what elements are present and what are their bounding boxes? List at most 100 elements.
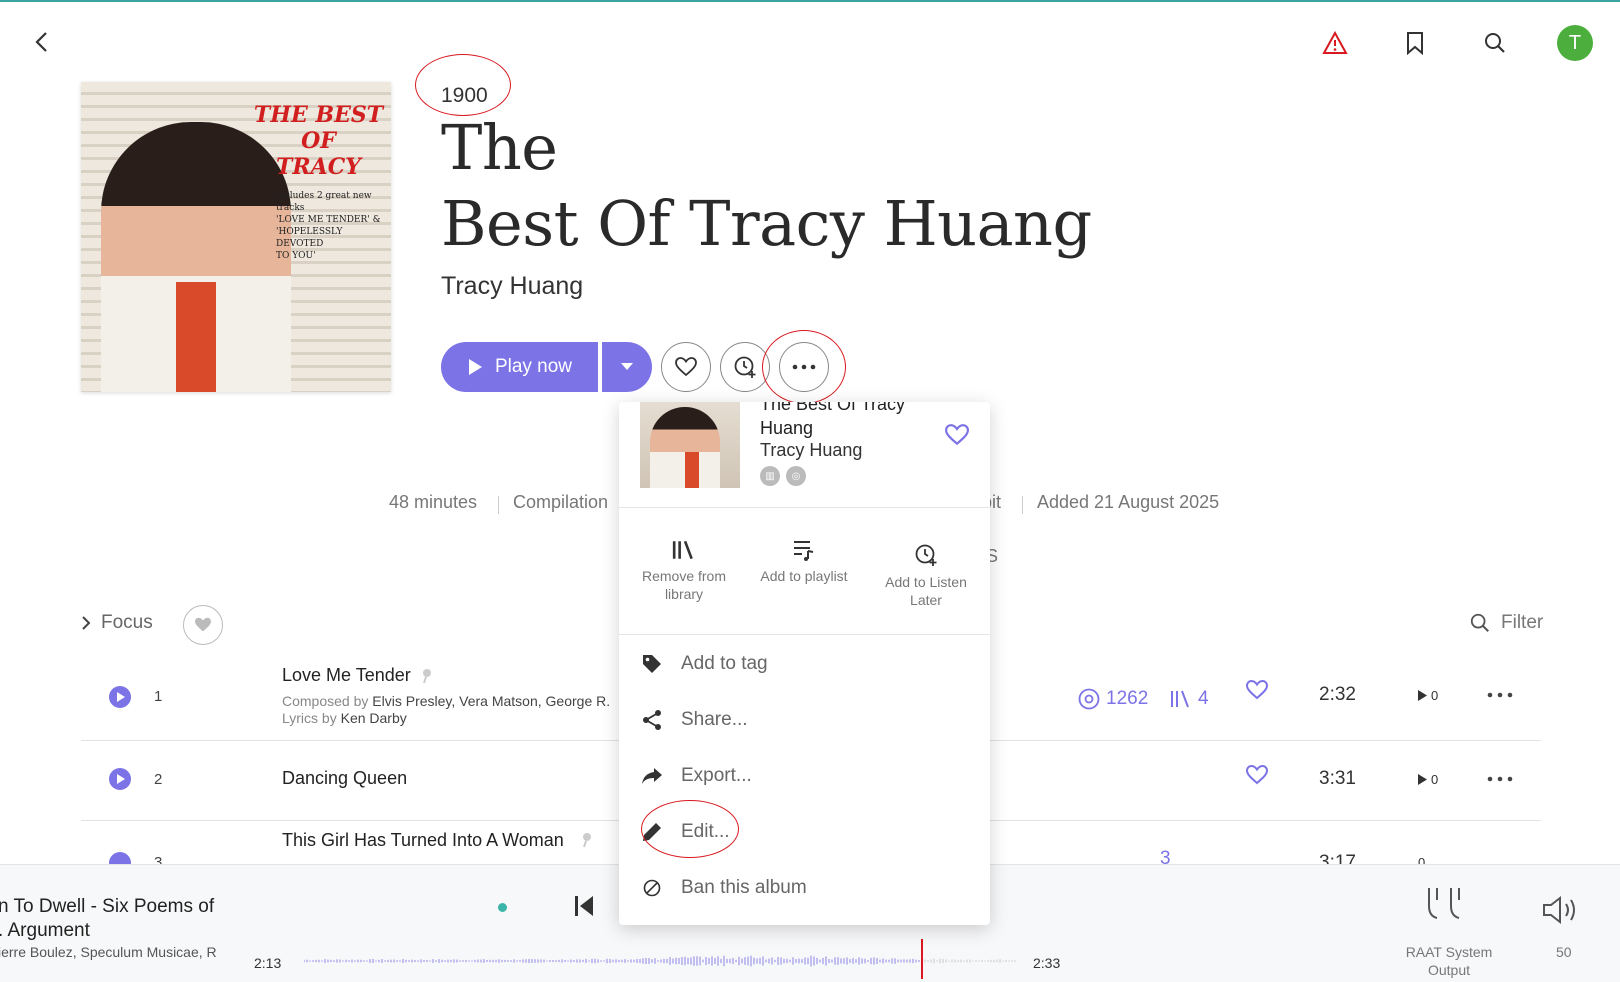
previous-track-button[interactable]	[572, 893, 596, 919]
export-icon	[642, 768, 662, 784]
volume-icon	[1543, 895, 1575, 925]
elapsed-time: 2:13	[254, 955, 282, 971]
quality-badge-icon: ◎	[786, 466, 806, 486]
library-icon	[1171, 690, 1189, 708]
filter-button[interactable]: Filter	[1469, 612, 1543, 634]
play-icon	[116, 774, 125, 784]
ban-album-item[interactable]: Ban this album	[641, 866, 971, 910]
album-context-menu: The Best Of Tracy Huang Tracy Huang ▥ ◎ …	[619, 402, 990, 925]
album-artist[interactable]: Tracy Huang	[441, 272, 583, 301]
track-library-count: 4	[1170, 688, 1209, 710]
album-title: The Best Of Tracy Huang	[441, 111, 1092, 260]
output-zone-label[interactable]: RAAT System Output	[1393, 943, 1505, 979]
track-lyricist: Lyrics by Ken Darby	[282, 710, 407, 726]
skip-back-icon	[575, 896, 593, 916]
track-duration: 3:31	[1319, 768, 1356, 789]
menu-album-thumbnail	[640, 402, 740, 488]
library-icon	[672, 540, 693, 560]
total-time: 2:33	[1033, 955, 1061, 971]
status-dot	[498, 903, 507, 912]
search-button[interactable]	[1480, 28, 1510, 58]
play-icon	[468, 359, 482, 375]
ellipsis-icon	[792, 364, 816, 370]
search-icon	[1485, 33, 1505, 53]
play-options-button[interactable]	[602, 342, 652, 392]
add-to-tag-item[interactable]: Add to tag	[641, 642, 971, 686]
track-title[interactable]: This Girl Has Turned Into A Woman	[282, 830, 564, 851]
listen-later-button[interactable]	[720, 342, 770, 392]
meta-divider	[498, 496, 499, 514]
performer-icon	[583, 833, 591, 848]
track-play-count: 1262	[1078, 688, 1148, 710]
play-icon	[116, 692, 125, 702]
menu-badges: ▥ ◎	[760, 466, 806, 486]
heart-icon	[195, 617, 211, 632]
focus-toggle[interactable]: Focus	[81, 612, 153, 634]
now-playing-title[interactable]: n To Dwell - Six Poems of . Argument	[0, 895, 214, 943]
track-more-icon[interactable]	[1487, 692, 1513, 698]
menu-header: The Best Of Tracy Huang Tracy Huang ▥ ◎	[619, 402, 990, 508]
performer-icon	[423, 669, 431, 684]
volume-button[interactable]	[1541, 893, 1581, 927]
bookmark-icon	[1407, 32, 1423, 55]
track-favorite-icon[interactable]	[1246, 680, 1268, 700]
bookmark-button[interactable]	[1400, 28, 1430, 58]
focus-favorites-button[interactable]	[183, 605, 223, 645]
chevron-right-icon	[82, 616, 91, 630]
track-more-icon[interactable]	[1487, 776, 1513, 782]
disc-icon	[1078, 688, 1100, 710]
track-queue-count[interactable]: 0	[1418, 772, 1438, 787]
menu-favorite-icon[interactable]	[945, 424, 969, 446]
library-badge-icon: ▥	[760, 466, 780, 486]
share-icon	[643, 710, 661, 730]
loading-bar	[0, 0, 1620, 2]
track-title[interactable]: Dancing Queen	[282, 768, 407, 789]
clock-plus-icon	[915, 544, 937, 566]
warning-icon	[1322, 31, 1348, 54]
menu-album-title: The Best Of Tracy Huang	[760, 402, 906, 438]
album-cover: THE BEST OF TRACY includes 2 great new tra…	[81, 82, 391, 392]
cover-title-art: THE BEST OF TRACY	[253, 102, 384, 180]
caret-down-icon	[621, 363, 633, 370]
chevron-left-icon	[35, 32, 47, 52]
menu-quick-actions: Remove from library Add to playlist Add …	[619, 509, 990, 635]
meta-divider	[1022, 496, 1023, 514]
playhead	[921, 939, 923, 979]
track-play-button[interactable]	[109, 686, 131, 708]
avatar[interactable]: T	[1557, 25, 1593, 61]
heart-icon	[675, 357, 697, 377]
ban-icon	[643, 879, 661, 897]
share-item[interactable]: Share...	[641, 698, 971, 742]
speaker-output-icon	[1428, 888, 1460, 919]
add-to-playlist-button[interactable]: Add to playlist	[749, 539, 859, 585]
track-play-button[interactable]	[109, 768, 131, 790]
track-number: 1	[154, 688, 163, 705]
add-to-listen-later-button[interactable]: Add to Listen Later	[871, 543, 981, 609]
export-item[interactable]: Export...	[641, 754, 971, 798]
album-year[interactable]: 1900	[441, 84, 488, 108]
edit-item[interactable]: Edit...	[641, 810, 971, 854]
now-playing-artists[interactable]: ierre Boulez, Speculum Musicae, R	[0, 944, 217, 960]
favorite-button[interactable]	[661, 342, 711, 392]
playlist-add-icon	[794, 541, 814, 561]
output-zone-button[interactable]	[1424, 885, 1464, 927]
play-small-icon	[1418, 690, 1427, 701]
back-button[interactable]	[28, 28, 56, 56]
remove-from-library-button[interactable]: Remove from library	[629, 539, 739, 603]
cover-text-art: includes 2 great new tracks 'LOVE ME TEND…	[276, 191, 381, 261]
search-icon	[1470, 613, 1489, 632]
track-number: 2	[154, 771, 163, 788]
track-composers: Composed by Elvis Presley, Vera Matson, …	[282, 693, 611, 709]
waveform-seekbar[interactable]	[304, 948, 1016, 974]
play-now-button[interactable]: Play now	[441, 342, 598, 392]
menu-album-artist: Tracy Huang	[760, 440, 863, 460]
warning-button[interactable]	[1320, 28, 1350, 58]
tag-icon	[643, 655, 661, 673]
track-favorite-icon[interactable]	[1246, 765, 1268, 785]
more-options-button[interactable]	[779, 342, 829, 392]
album-added-date: Added 21 August 2025	[1037, 492, 1220, 512]
clock-plus-icon	[734, 356, 756, 378]
track-title[interactable]: Love Me Tender	[282, 665, 411, 686]
album-duration: 48 minutes	[389, 492, 478, 512]
track-queue-count[interactable]: 0	[1418, 688, 1438, 703]
